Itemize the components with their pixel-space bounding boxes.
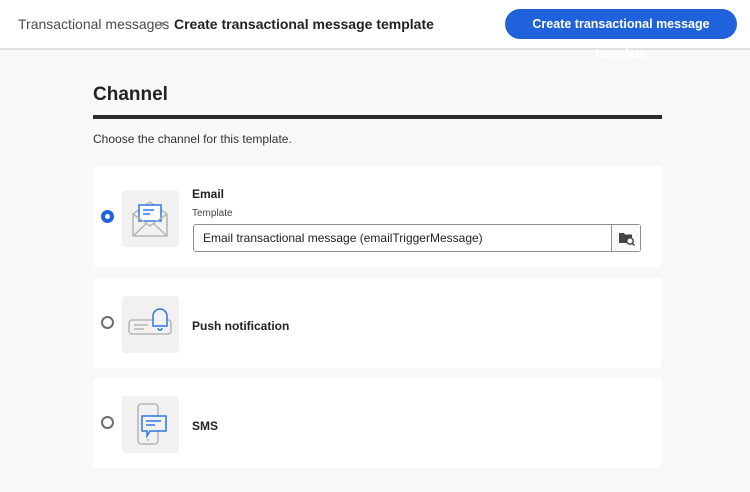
- sms-icon: [122, 396, 179, 453]
- channel-card-sms[interactable]: SMS: [93, 378, 662, 468]
- channel-card-email[interactable]: Email Template: [93, 166, 662, 267]
- template-field[interactable]: [193, 224, 641, 252]
- channel-label: SMS: [192, 419, 219, 433]
- channel-label: Push notification: [192, 319, 290, 333]
- breadcrumb-chevron-icon: ›: [160, 16, 165, 31]
- browse-template-button[interactable]: [611, 225, 640, 251]
- template-input[interactable]: [194, 225, 610, 251]
- folder-search-icon: [619, 233, 636, 247]
- page-title: Create transactional message template: [174, 16, 434, 32]
- email-icon: [122, 190, 179, 247]
- radio-sms[interactable]: [101, 416, 114, 429]
- push-notification-icon: [122, 296, 179, 353]
- section-divider: [93, 115, 662, 119]
- breadcrumb-transactional-messages[interactable]: Transactional messages: [18, 16, 169, 32]
- channel-card-push[interactable]: Push notification: [93, 278, 662, 368]
- section-title: Channel: [93, 84, 168, 105]
- radio-email[interactable]: [101, 210, 114, 223]
- radio-push[interactable]: [101, 316, 114, 329]
- channel-label: Email: [192, 187, 225, 201]
- create-template-button[interactable]: Create transactional message template: [505, 9, 737, 61]
- template-label: Template: [192, 208, 233, 219]
- top-bar: Transactional messages › Create transact…: [0, 0, 750, 61]
- section-description: Choose the channel for this template.: [93, 132, 292, 146]
